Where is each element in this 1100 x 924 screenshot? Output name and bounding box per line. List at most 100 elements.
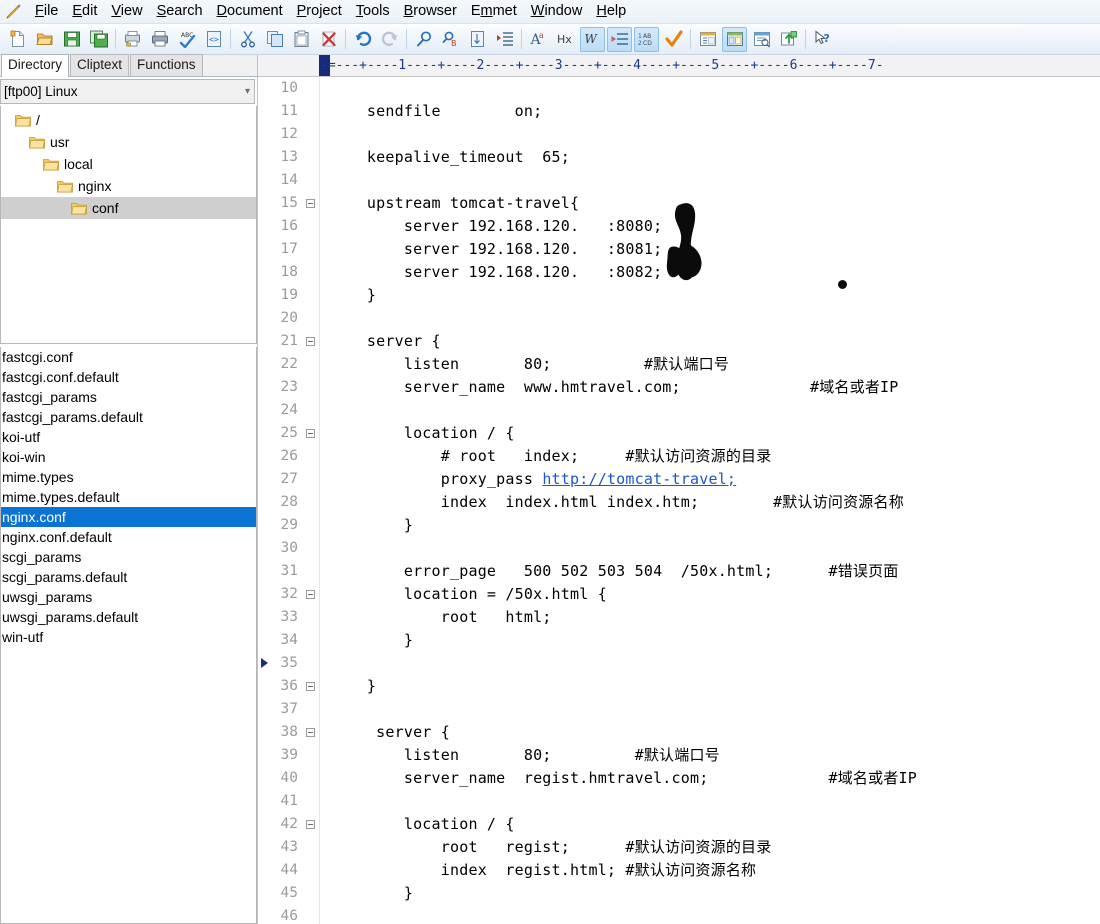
spell-check-icon[interactable]: ABC xyxy=(174,27,199,52)
code-line[interactable] xyxy=(320,905,1100,924)
help-pointer-icon[interactable]: ? xyxy=(810,27,835,52)
view-source-icon[interactable]: <> xyxy=(201,27,226,52)
code-line[interactable]: upstream tomcat-travel{ xyxy=(320,192,1100,215)
print-icon[interactable] xyxy=(147,27,172,52)
tree-node-usr[interactable]: usr xyxy=(1,131,256,153)
cut-icon[interactable] xyxy=(235,27,260,52)
file-list-item[interactable]: uwsgi_params.default xyxy=(1,607,256,627)
code-text-area[interactable]: sendfile on; keepalive_timeout 65; upstr… xyxy=(320,77,1100,924)
menu-item-file[interactable]: File xyxy=(28,1,65,23)
copy-icon[interactable] xyxy=(262,27,287,52)
panel-tab-directory[interactable]: Directory xyxy=(1,54,70,77)
directory-window-icon[interactable] xyxy=(722,26,747,52)
code-line[interactable]: listen 80; #默认端口号 xyxy=(320,744,1100,767)
file-list-item[interactable]: win-utf xyxy=(1,627,256,647)
fold-toggle-icon[interactable] xyxy=(306,337,315,346)
hex-icon[interactable]: Hx xyxy=(553,27,578,52)
menu-item-search[interactable]: Search xyxy=(150,1,210,23)
file-list-item[interactable]: mime.types xyxy=(1,467,256,487)
code-hyperlink[interactable]: http://tomcat-travel; xyxy=(542,470,736,488)
code-line[interactable]: error_page 500 502 503 504 /50x.html; #错… xyxy=(320,560,1100,583)
document-selector-icon[interactable] xyxy=(695,27,720,52)
code-line[interactable]: location / { xyxy=(320,422,1100,445)
code-line[interactable] xyxy=(320,790,1100,813)
file-list-item[interactable]: fastcgi_params xyxy=(1,387,256,407)
code-line[interactable]: server { xyxy=(320,330,1100,353)
code-line[interactable]: root regist; #默认访问资源的目录 xyxy=(320,836,1100,859)
code-line[interactable]: } xyxy=(320,882,1100,905)
menu-item-document[interactable]: Document xyxy=(210,1,290,23)
directory-tree[interactable]: / usr local nginx conf xyxy=(0,106,257,344)
code-line[interactable]: server_name www.hmtravel.com; #域名或者IP xyxy=(320,376,1100,399)
chevron-down-icon[interactable]: ▾ xyxy=(245,86,250,97)
code-line[interactable]: index index.html index.htm; #默认访问资源名称 xyxy=(320,491,1100,514)
code-line[interactable]: server { xyxy=(320,721,1100,744)
file-list-item[interactable]: uwsgi_params xyxy=(1,587,256,607)
fold-toggle-icon[interactable] xyxy=(306,820,315,829)
menu-item-window[interactable]: Window xyxy=(524,1,590,23)
save-all-icon[interactable] xyxy=(86,27,111,52)
panel-tab-cliptext[interactable]: Cliptext xyxy=(70,54,130,76)
code-line[interactable]: proxy_pass http://tomcat-travel; xyxy=(320,468,1100,491)
save-icon[interactable] xyxy=(59,27,84,52)
file-list-item[interactable]: mime.types.default xyxy=(1,487,256,507)
bookmark-marker-icon[interactable] xyxy=(261,658,268,668)
output-window-icon[interactable] xyxy=(749,27,774,52)
ftp-upload-icon[interactable] xyxy=(776,27,801,52)
check-icon[interactable] xyxy=(661,27,686,52)
code-line[interactable] xyxy=(320,698,1100,721)
menu-item-project[interactable]: Project xyxy=(290,1,349,23)
code-line[interactable] xyxy=(320,399,1100,422)
menu-item-edit[interactable]: Edit xyxy=(65,1,104,23)
code-line[interactable]: server 192.168.120. :8080; xyxy=(320,215,1100,238)
code-line[interactable] xyxy=(320,537,1100,560)
line-numbers-icon[interactable]: 1 AB 2 CD xyxy=(634,26,659,52)
file-list-item[interactable]: scgi_params.default xyxy=(1,567,256,587)
code-line[interactable]: root html; xyxy=(320,606,1100,629)
show-spaces-icon[interactable] xyxy=(607,26,632,52)
code-line[interactable]: } xyxy=(320,284,1100,307)
print-preview-icon[interactable] xyxy=(120,27,145,52)
file-list-item[interactable]: fastcgi.conf xyxy=(1,347,256,367)
code-line[interactable]: keepalive_timeout 65; xyxy=(320,146,1100,169)
panel-tab-functions[interactable]: Functions xyxy=(130,54,203,76)
indent-icon[interactable] xyxy=(492,27,517,52)
fold-toggle-icon[interactable] xyxy=(306,429,315,438)
code-line[interactable]: } xyxy=(320,675,1100,698)
tree-node-nginx[interactable]: nginx xyxy=(1,175,256,197)
code-line[interactable] xyxy=(320,652,1100,675)
fold-toggle-icon[interactable] xyxy=(306,590,315,599)
menu-item-view[interactable]: View xyxy=(104,1,149,23)
code-line[interactable]: # root index; #默认访问资源的目录 xyxy=(320,445,1100,468)
open-file-icon[interactable] xyxy=(32,27,57,52)
menu-item-help[interactable]: Help xyxy=(589,1,633,23)
menu-item-tools[interactable]: Tools xyxy=(349,1,397,23)
code-line[interactable]: sendfile on; xyxy=(320,100,1100,123)
file-list-item[interactable]: koi-win xyxy=(1,447,256,467)
undo-icon[interactable] xyxy=(350,27,375,52)
code-line[interactable]: index regist.html; #默认访问资源名称 xyxy=(320,859,1100,882)
code-line[interactable]: location / { xyxy=(320,813,1100,836)
file-list-item[interactable]: fastcgi.conf.default xyxy=(1,367,256,387)
fold-toggle-icon[interactable] xyxy=(306,199,315,208)
directory-selector-dropdown[interactable]: [ftp00] Linux ▾ xyxy=(0,79,255,104)
goto-icon[interactable] xyxy=(465,27,490,52)
file-list-item[interactable]: koi-utf xyxy=(1,427,256,447)
file-list-item[interactable]: fastcgi_params.default xyxy=(1,407,256,427)
font-icon[interactable]: Aa xyxy=(526,27,551,52)
fold-toggle-icon[interactable] xyxy=(306,728,315,737)
tree-node-root[interactable]: / xyxy=(1,109,256,131)
code-line[interactable]: server_name regist.hmtravel.com; #域名或者IP xyxy=(320,767,1100,790)
code-line[interactable] xyxy=(320,169,1100,192)
find-icon[interactable] xyxy=(411,27,436,52)
tree-node-conf[interactable]: conf xyxy=(1,197,256,219)
line-number-gutter[interactable]: 10 11 12 13 14 15 16 17 18 19 20 21 22 23 24 25 26 27 28 29… xyxy=(258,77,320,924)
code-line[interactable]: server 192.168.120. :8082; xyxy=(320,261,1100,284)
code-line[interactable]: } xyxy=(320,514,1100,537)
code-line[interactable]: location = /50x.html { xyxy=(320,583,1100,606)
paste-icon[interactable] xyxy=(289,27,314,52)
fold-toggle-icon[interactable] xyxy=(306,682,315,691)
code-line[interactable]: } xyxy=(320,629,1100,652)
code-line[interactable] xyxy=(320,77,1100,100)
menu-item-browser[interactable]: Browser xyxy=(397,1,464,23)
